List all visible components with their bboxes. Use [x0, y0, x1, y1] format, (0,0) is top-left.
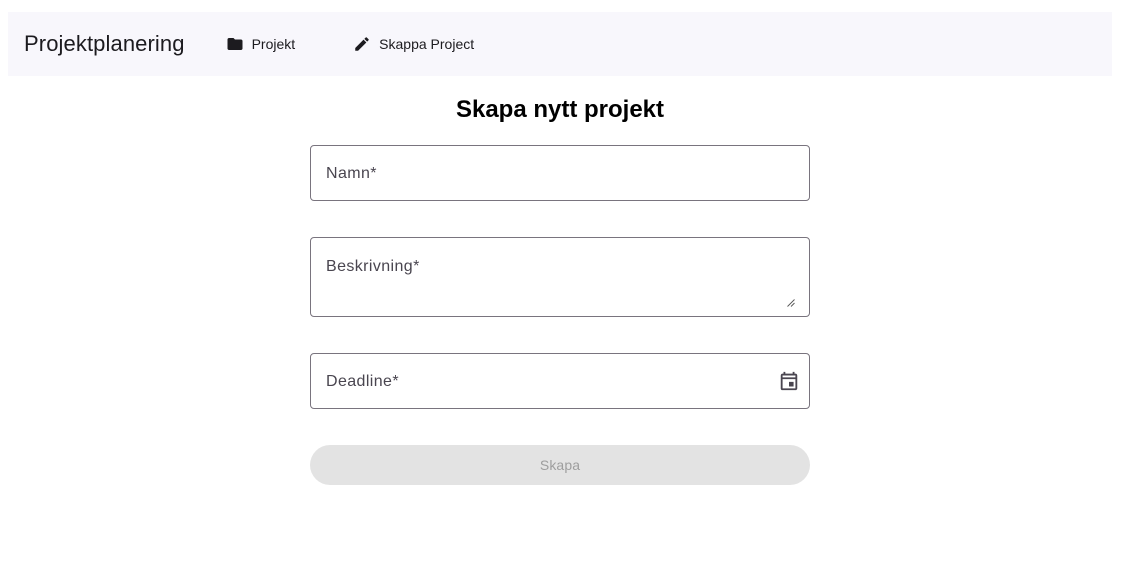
pencil-icon: [353, 35, 371, 53]
nav-projekt-link[interactable]: Projekt: [226, 24, 296, 64]
page-title: Skapa nytt projekt: [455, 96, 665, 123]
description-field[interactable]: Beskrivning*: [310, 237, 810, 317]
nav-skapa-link[interactable]: Skappa Project: [353, 24, 474, 64]
submit-button[interactable]: Skapa: [310, 445, 810, 485]
app-title: Projektplanering: [24, 31, 185, 56]
deadline-field[interactable]: Deadline*: [310, 353, 810, 409]
name-field[interactable]: Namn*: [310, 145, 810, 201]
resize-handle-icon[interactable]: [787, 294, 795, 307]
folder-icon: [226, 35, 244, 53]
top-app-bar: Projektplanering Projekt Skappa Project: [8, 12, 1112, 76]
description-field-label: Beskrivning*: [326, 258, 420, 275]
nav-skapa-label: Skappa Project: [379, 36, 475, 52]
name-field-label: Namn*: [326, 165, 377, 182]
submit-button-label: Skapa: [539, 457, 581, 473]
calendar-icon[interactable]: [778, 370, 800, 392]
nav-projekt-label: Projekt: [251, 36, 296, 52]
deadline-field-label: Deadline*: [326, 373, 399, 390]
